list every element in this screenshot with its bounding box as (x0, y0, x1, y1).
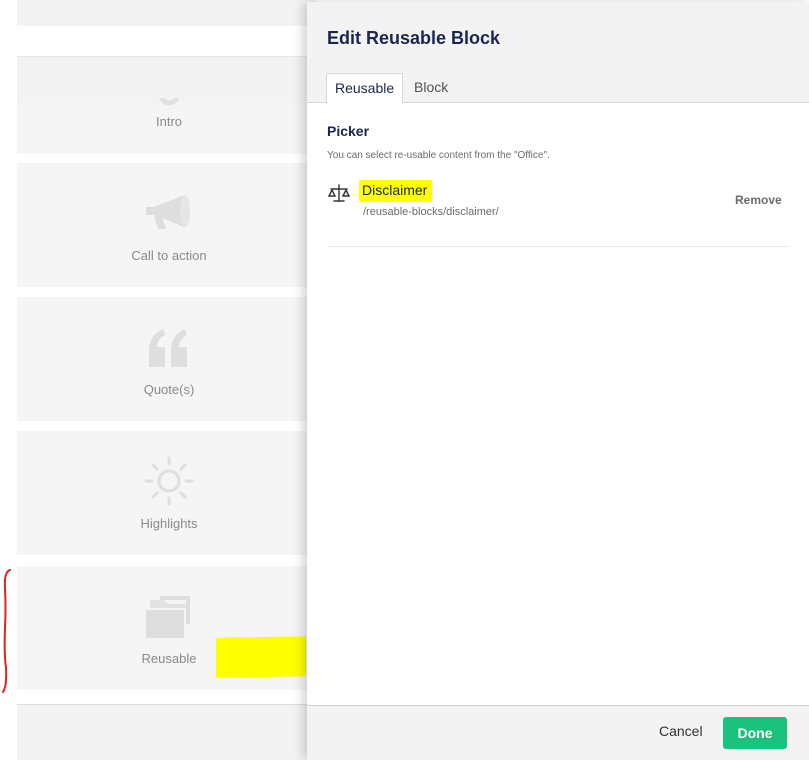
scale-icon (327, 183, 351, 205)
picked-item-path: /reusable-blocks/disclaimer/ (363, 206, 499, 218)
picker-label: Picker (327, 123, 370, 139)
block-tile-highlights[interactable]: Highlights (17, 431, 317, 555)
megaphone-icon (17, 193, 321, 233)
intro-icon (17, 98, 321, 106)
quote-icon (17, 329, 321, 367)
done-button[interactable]: Done (723, 717, 787, 749)
block-tile-intro[interactable]: Intro (17, 98, 317, 154)
cancel-button[interactable]: Cancel (659, 723, 703, 739)
block-tile-quotes[interactable]: Quote(s) (17, 297, 317, 421)
block-tile-label: Quote(s) (143, 382, 195, 397)
highlighter-annotation (216, 636, 306, 678)
block-tile-label: Highlights (140, 516, 198, 531)
folder-icon (17, 594, 321, 640)
section-band (17, 57, 317, 102)
divider (327, 246, 789, 247)
footer-bar (17, 704, 317, 760)
tab-reusable[interactable]: Reusable (326, 73, 404, 104)
tab-block[interactable]: Block (406, 73, 456, 102)
dialog-footer: Cancel Done (307, 705, 809, 760)
block-tile-label: Intro (155, 114, 182, 129)
block-tile-label: Call to action (131, 248, 207, 263)
red-bracket-annotation (2, 569, 11, 693)
top-bar (17, 0, 317, 27)
block-tile-call-to-action[interactable]: Call to action (17, 163, 317, 287)
search-area (17, 26, 317, 57)
dialog-title: Edit Reusable Block (327, 28, 501, 48)
edit-reusable-block-dialog: Edit Reusable Block Reusable Block Picke… (307, 2, 809, 760)
picker-description: You can select re-usable content from th… (327, 150, 550, 161)
dialog-header: Edit Reusable Block Reusable Block (307, 2, 809, 104)
picked-item-name[interactable]: Disclaimer (359, 180, 433, 202)
sun-icon (17, 456, 321, 506)
remove-button[interactable]: Remove (735, 193, 782, 207)
